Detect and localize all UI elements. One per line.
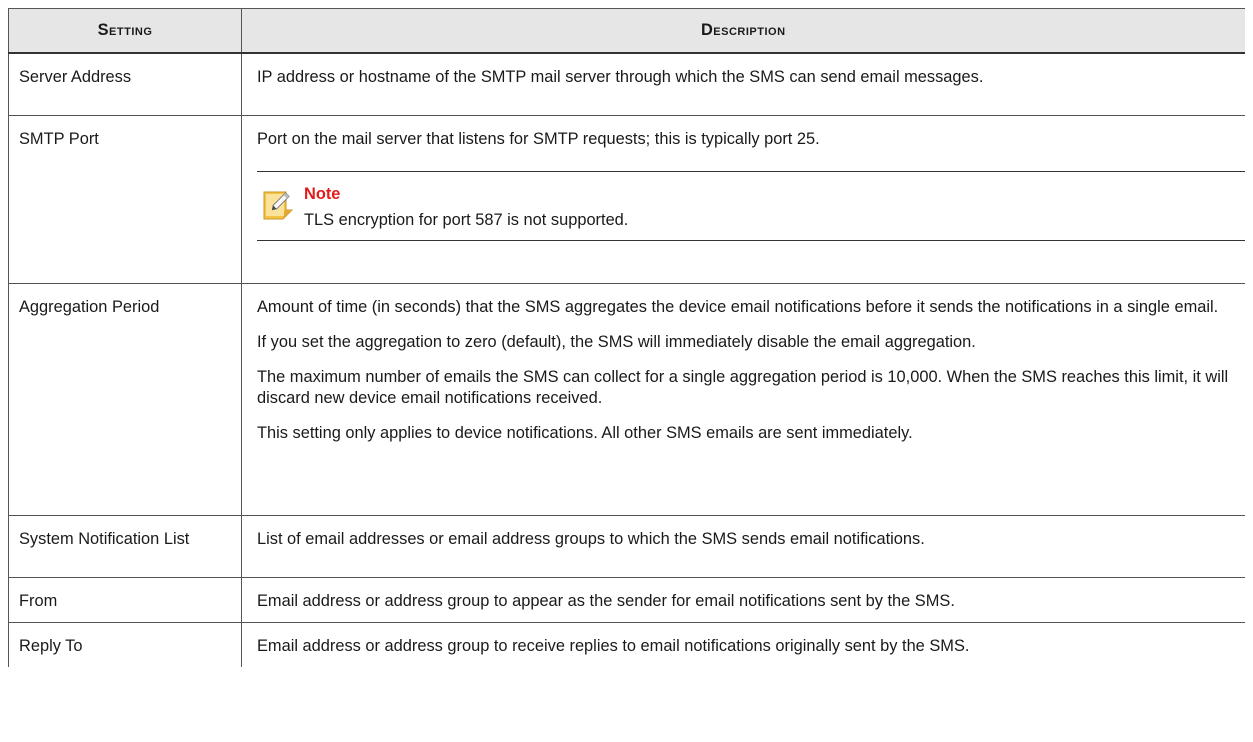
setting-name: Server Address <box>8 52 242 116</box>
note-pencil-icon <box>261 186 295 220</box>
setting-description: Email address or address group to appear… <box>241 576 1245 623</box>
table-row: From Email address or address group to a… <box>8 576 1245 623</box>
setting-name: SMTP Port <box>8 114 242 284</box>
setting-description: Email address or address group to receiv… <box>241 621 1245 667</box>
table-row: Reply To Email address or address group … <box>8 621 1245 667</box>
description-paragraph: The maximum number of emails the SMS can… <box>257 367 1229 407</box>
table-row: Server Address IP address or hostname of… <box>8 52 1245 116</box>
setting-name: System Notification List <box>8 514 242 578</box>
setting-description: IP address or hostname of the SMTP mail … <box>241 52 1245 116</box>
setting-name: Reply To <box>8 621 242 667</box>
settings-table: Setting Description Server Address IP ad… <box>8 8 1245 667</box>
table-header-row: Setting Description <box>8 8 1245 54</box>
column-header-description: Description <box>241 8 1245 54</box>
description-paragraph: Port on the mail server that listens for… <box>257 129 820 148</box>
description-paragraph: Email address or address group to receiv… <box>257 636 970 655</box>
note-callout: Note TLS encryption for port 587 is not … <box>257 170 1245 241</box>
setting-description: Port on the mail server that listens for… <box>241 114 1245 284</box>
table-row: System Notification List List of email a… <box>8 514 1245 578</box>
description-paragraph: List of email addresses or email address… <box>257 529 925 548</box>
description-paragraph: Amount of time (in seconds) that the SMS… <box>257 297 1219 316</box>
setting-description: Amount of time (in seconds) that the SMS… <box>241 282 1245 516</box>
setting-name: From <box>8 576 242 623</box>
description-paragraph: IP address or hostname of the SMTP mail … <box>257 68 984 86</box>
note-title: Note <box>304 184 341 203</box>
setting-description: List of email addresses or email address… <box>241 514 1245 578</box>
note-text: TLS encryption for port 587 is not suppo… <box>304 210 629 229</box>
column-header-setting: Setting <box>8 8 242 54</box>
description-paragraph: This setting only applies to device noti… <box>257 423 913 442</box>
description-paragraph: If you set the aggregation to zero (defa… <box>257 332 976 351</box>
description-paragraph: Email address or address group to appear… <box>257 591 955 610</box>
table-row: SMTP Port Port on the mail server that l… <box>8 114 1245 284</box>
table-row: Aggregation Period Amount of time (in se… <box>8 282 1245 516</box>
setting-name: Aggregation Period <box>8 282 242 516</box>
